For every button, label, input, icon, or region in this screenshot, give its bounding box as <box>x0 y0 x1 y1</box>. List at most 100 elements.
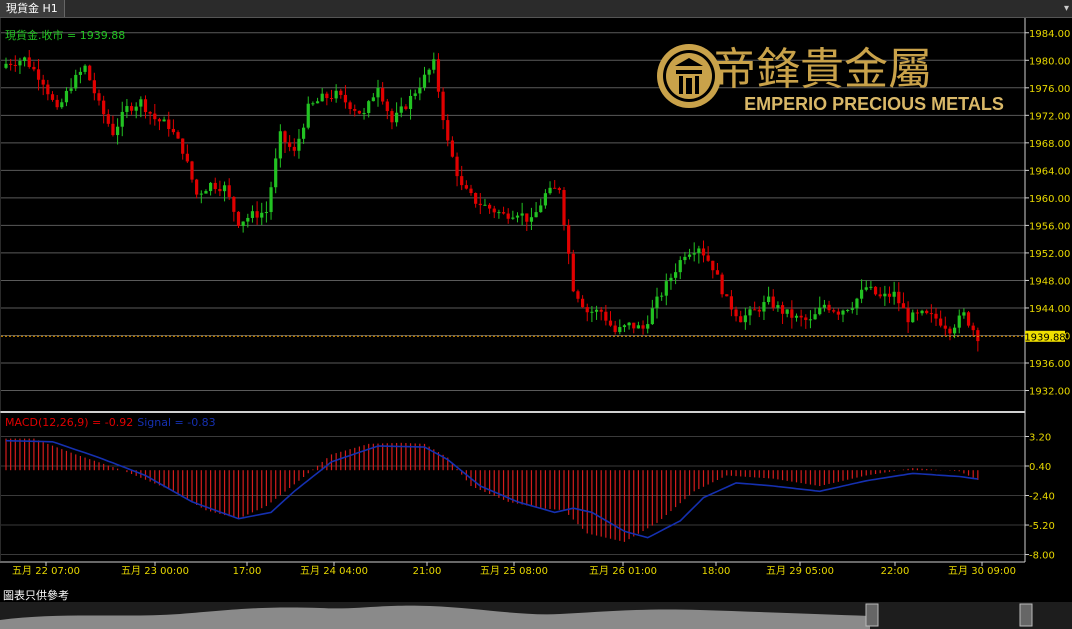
candle-up <box>660 295 664 297</box>
candle-down <box>381 87 385 102</box>
candle-up <box>794 315 799 318</box>
candle-down <box>478 203 482 206</box>
price-tick-label: 1972.00 <box>1029 111 1070 122</box>
candle-up <box>818 307 822 315</box>
candle-down <box>925 310 929 314</box>
candle-down <box>92 80 96 94</box>
candle-down <box>41 79 45 85</box>
candle-down <box>720 274 724 295</box>
candle-down <box>153 113 157 120</box>
candle-up <box>162 119 166 122</box>
candle-down <box>143 99 148 113</box>
candle-down <box>608 320 613 326</box>
candle-down <box>571 253 575 292</box>
candle-up <box>850 308 854 310</box>
candle-up <box>334 90 338 99</box>
candle-down <box>878 294 882 297</box>
candle-up <box>883 293 887 297</box>
candle-down <box>492 208 496 213</box>
overview-scrollbar[interactable] <box>0 602 1072 629</box>
scroll-handle-right[interactable] <box>1019 603 1033 627</box>
candle-up <box>674 272 678 278</box>
candle-up <box>864 287 868 290</box>
price-tick-label: 1956.00 <box>1029 221 1070 232</box>
price-tick-label: 1944.00 <box>1029 304 1070 315</box>
chart-tab[interactable]: 現貨金 H1 <box>0 0 65 17</box>
candle-down <box>325 93 329 99</box>
candle-down <box>97 93 101 101</box>
candle-down <box>934 313 938 319</box>
window-menu-icon[interactable]: ▾ <box>1064 1 1069 16</box>
candle-up <box>808 319 813 321</box>
candle-down <box>9 63 13 65</box>
time-tick-label: 21:00 <box>413 566 442 577</box>
candle-down <box>13 64 17 66</box>
candle-down <box>706 255 710 261</box>
candle-up <box>209 182 213 192</box>
candle-up <box>199 193 203 195</box>
candle-down <box>632 322 636 329</box>
candle-up <box>743 315 747 323</box>
candle-down <box>190 161 194 180</box>
candle-up <box>785 309 789 314</box>
candle-down <box>976 330 980 342</box>
candle-down <box>780 305 785 314</box>
candle-up <box>241 221 245 226</box>
candle-up <box>622 325 627 328</box>
time-tick-label: 五月 26 01:00 <box>589 565 657 577</box>
candle-up <box>767 296 771 303</box>
candle-down <box>701 248 706 256</box>
candle-down <box>585 307 589 313</box>
scroll-handle-left[interactable] <box>865 603 879 627</box>
candle-down <box>36 69 41 80</box>
macd-label: MACD(12,26,9) = -0.92 Signal = -0.83 <box>5 416 216 429</box>
time-tick-label: 五月 29 05:00 <box>766 565 834 577</box>
candle-down <box>943 325 947 329</box>
candle-down <box>46 84 50 95</box>
candle-down <box>441 91 445 121</box>
candlestick-chart[interactable]: 1932.001936.001940.001944.001948.001952.… <box>0 18 1072 602</box>
candle-up <box>692 253 696 255</box>
candle-down <box>288 142 292 147</box>
candle-down <box>562 190 566 226</box>
candle-down <box>799 315 803 318</box>
candle-up <box>264 212 268 214</box>
candle-up <box>69 88 73 91</box>
candle-up <box>957 315 961 328</box>
candle-up <box>636 325 640 329</box>
candle-up <box>422 74 427 88</box>
price-tick-label: 1984.00 <box>1029 29 1070 40</box>
candle-up <box>511 217 515 219</box>
candle-up <box>367 101 371 113</box>
candle-down <box>753 309 757 311</box>
price-tick-label: 1960.00 <box>1029 194 1070 205</box>
candle-down <box>488 204 492 209</box>
candle-down <box>771 296 775 308</box>
time-tick-label: 22:00 <box>881 566 910 577</box>
candle-down <box>474 192 478 204</box>
candle-up <box>594 309 599 312</box>
price-tick-label: 1976.00 <box>1029 84 1070 95</box>
candle-down <box>450 140 454 157</box>
candle-up <box>139 99 143 107</box>
price-tick-label: 1952.00 <box>1029 249 1070 260</box>
candle-up <box>687 254 692 257</box>
candle-up <box>860 289 864 299</box>
candle-down <box>176 132 180 139</box>
time-tick-label: 五月 24 04:00 <box>300 565 368 577</box>
candle-down <box>232 196 236 212</box>
candle-down <box>106 114 110 124</box>
candle-up <box>911 312 915 323</box>
time-tick-label: 五月 30 09:00 <box>948 565 1016 577</box>
candle-up <box>315 101 320 104</box>
candle-up <box>260 212 264 218</box>
candle-up <box>627 322 631 326</box>
candle-up <box>125 106 129 112</box>
candle-down <box>873 286 878 295</box>
candle-up <box>515 215 520 218</box>
candle-down <box>348 102 352 109</box>
candle-down <box>553 187 557 189</box>
candle-up <box>520 213 524 216</box>
candle-down <box>729 296 733 310</box>
candle-up <box>953 327 957 334</box>
